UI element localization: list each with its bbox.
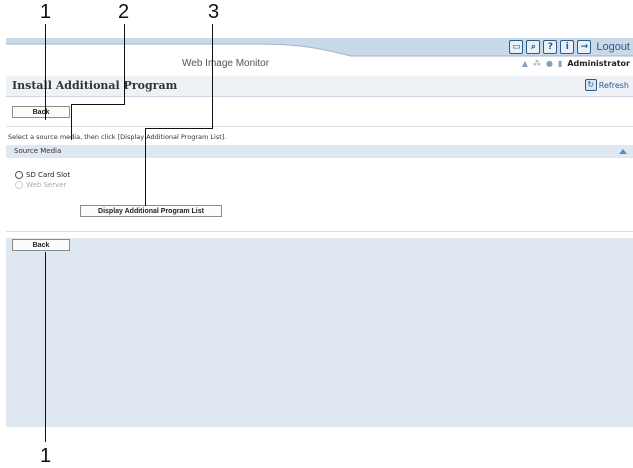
display-additional-program-list-button[interactable]: Display Additional Program List	[80, 205, 222, 217]
instructions: Select a source media, then click [Displ…	[8, 133, 227, 141]
radio-web-server	[15, 181, 23, 189]
callout-leader-1-bottom	[45, 252, 46, 442]
option-label: SD Card Slot	[26, 171, 71, 179]
callout-leader-3-vertical	[212, 24, 213, 128]
callout-leader-2-horizontal	[71, 104, 125, 105]
divider	[6, 231, 633, 232]
callout-leader-1-top	[45, 24, 46, 120]
web-image-monitor-window: Web Image Monitor ▭ ⌕ ? i → Logout ▲ ⁂ ●…	[6, 38, 633, 427]
refresh-icon: ↻	[584, 79, 597, 91]
divider	[6, 126, 633, 127]
callout-leader-3-drop	[145, 128, 146, 206]
callout-1-bottom: 1	[40, 445, 52, 467]
back-button-bottom[interactable]: Back	[12, 239, 70, 251]
device-icon: ▲	[521, 59, 528, 68]
back-button-top[interactable]: Back	[12, 106, 70, 118]
callout-leader-3-horizontal	[145, 128, 213, 129]
callout-leader-2-drop	[71, 104, 72, 140]
info-icon[interactable]: i	[560, 40, 575, 54]
option-web-server: Web Server	[15, 181, 66, 189]
callout-leader-2-vertical	[124, 24, 125, 104]
refresh-label: Refresh	[598, 80, 629, 90]
user-status: ▲ ⁂ ● ▮ Administrator	[522, 59, 630, 68]
search-icon[interactable]: ⌕	[526, 40, 541, 54]
page-title: Install Additional Program	[12, 79, 178, 92]
keyboard-icon[interactable]: ▭	[509, 40, 524, 54]
callout-1-top: 1	[40, 1, 52, 23]
logout-link[interactable]: Logout	[596, 41, 630, 53]
option-sd-card-slot[interactable]: SD Card Slot	[15, 171, 70, 179]
section-label: Source Media	[14, 147, 62, 155]
app-title: Web Image Monitor	[182, 58, 270, 69]
lower-panel	[6, 238, 633, 427]
option-label: Web Server	[26, 181, 67, 189]
callout-3: 3	[208, 1, 220, 23]
logout-icon[interactable]: →	[577, 40, 592, 54]
user-icon: ●	[545, 59, 553, 68]
document-icon: ▮	[557, 59, 563, 68]
page-titlebar: Install Additional Program ↻ Refresh	[6, 76, 633, 97]
source-media-section-header[interactable]: Source Media	[6, 145, 633, 158]
radio-sd-card-slot[interactable]	[15, 171, 23, 179]
user-name: Administrator	[567, 59, 630, 68]
help-icon[interactable]: ?	[543, 40, 558, 54]
header-toolbar: ▭ ⌕ ? i → Logout	[509, 40, 630, 54]
header: Web Image Monitor ▭ ⌕ ? i → Logout ▲ ⁂ ●…	[6, 38, 633, 71]
refresh-button[interactable]: ↻ Refresh	[584, 79, 629, 91]
collapse-triangle-icon[interactable]	[619, 149, 627, 154]
callout-2: 2	[118, 1, 130, 23]
network-icon: ⁂	[532, 59, 541, 68]
